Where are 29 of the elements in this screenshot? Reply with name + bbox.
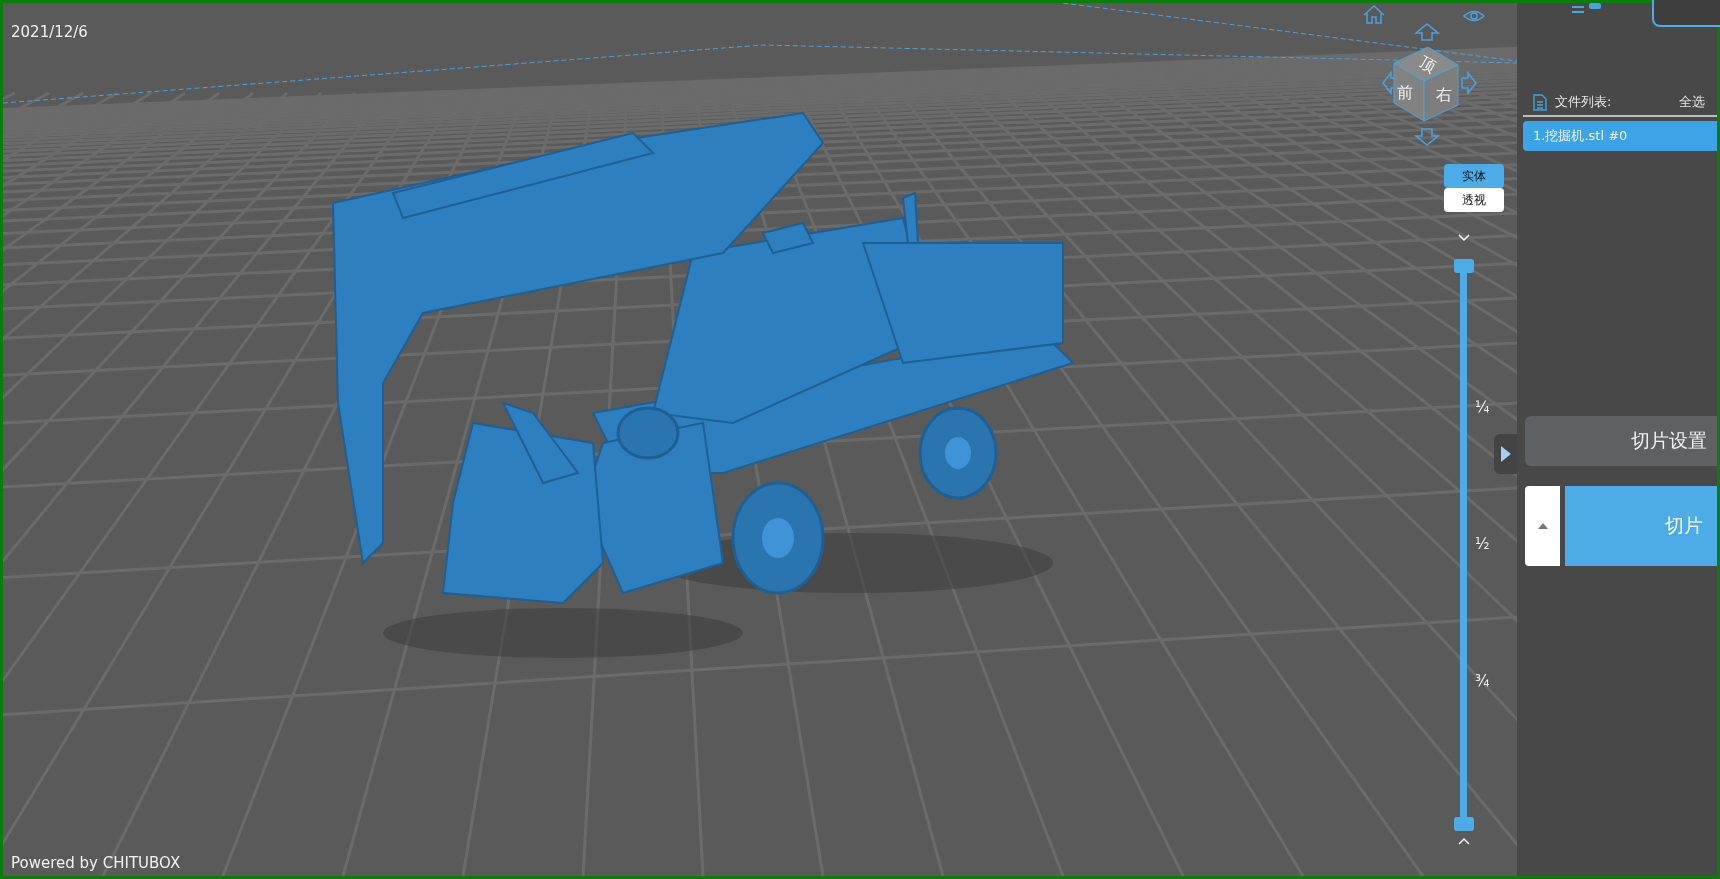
eye-icon[interactable] bbox=[1463, 10, 1485, 22]
slider-tick-label: ¾ bbox=[1475, 672, 1490, 690]
file-list-title: 文件列表: bbox=[1555, 93, 1613, 111]
cube-face-label: 前 bbox=[1397, 82, 1413, 102]
menu-icon[interactable] bbox=[1572, 3, 1602, 15]
slider-tick-label: ½ bbox=[1475, 535, 1490, 553]
arrow-right-icon[interactable] bbox=[1461, 70, 1477, 96]
chevron-down-icon[interactable] bbox=[1457, 233, 1471, 243]
slice-settings-button[interactable]: 切片设置 bbox=[1525, 416, 1717, 466]
slider-handle[interactable] bbox=[1454, 817, 1474, 831]
chevron-up-icon[interactable] bbox=[1457, 836, 1471, 846]
document-icon bbox=[1533, 93, 1547, 111]
home-icon[interactable] bbox=[1363, 5, 1385, 24]
select-all-link[interactable]: 全选 bbox=[1679, 93, 1705, 111]
cube-face-label: 顶 bbox=[1415, 51, 1440, 77]
arrow-up-icon[interactable] bbox=[1413, 23, 1441, 41]
triangle-up-icon bbox=[1537, 523, 1548, 529]
render-mode-toggle[interactable]: 实体 bbox=[1444, 164, 1504, 188]
cube-face-label: 右 bbox=[1436, 84, 1452, 104]
powered-by-label: Powered by CHITUBOX bbox=[11, 854, 181, 872]
slider-tick-label: ¼ bbox=[1475, 398, 1490, 416]
triangle-right-icon bbox=[1500, 446, 1511, 462]
panel-toggle-button[interactable] bbox=[1494, 434, 1517, 474]
arrow-down-icon[interactable] bbox=[1413, 128, 1441, 146]
slider-handle[interactable] bbox=[1454, 259, 1474, 273]
render-mode-toggle[interactable]: 透视 bbox=[1444, 188, 1504, 212]
date-label: 2021/12/6 bbox=[11, 23, 88, 41]
view-cube-drawing[interactable] bbox=[1393, 46, 1459, 122]
tab-edge[interactable] bbox=[1652, 0, 1720, 27]
